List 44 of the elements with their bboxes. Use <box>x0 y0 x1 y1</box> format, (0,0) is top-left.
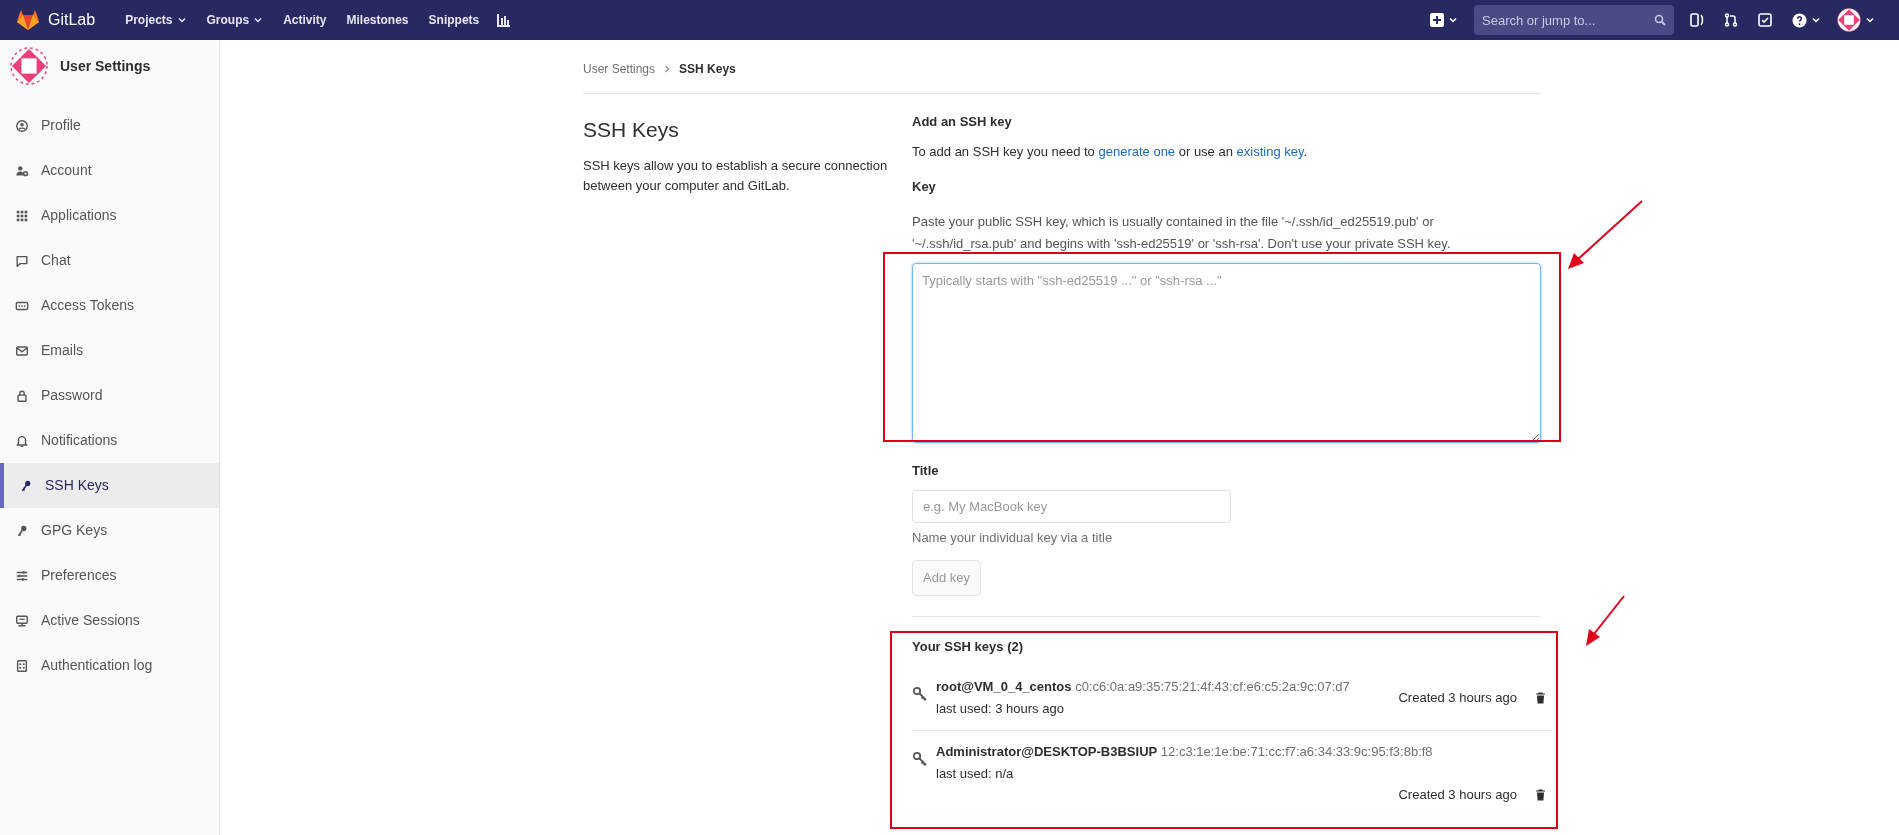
key-title: Administrator@DESKTOP-B3BSIUP <box>936 744 1158 759</box>
page-heading: SSH Keys <box>583 117 680 143</box>
title-input[interactable]: e.g. My MacBook key <box>912 490 1231 523</box>
sidebar-item[interactable]: Chat <box>0 238 219 283</box>
sidebar-item[interactable]: Emails <box>0 328 219 373</box>
key-fingerprint: c0:c6:0a:a9:35:75:21:4f:43:cf:e6:c5:2a:9c:07:d7 <box>1075 679 1350 694</box>
created-text: Created 3 hours ago <box>1398 689 1517 708</box>
sidebar-item[interactable]: GPG Keys <box>0 508 219 553</box>
sidebar-item[interactable]: Account <box>0 148 219 193</box>
search-field[interactable]: Search or jump to... <box>1474 5 1674 35</box>
key-help-text: Paste your public SSH key, which is usually contained in the file '~/.ssh/id_ed25519.pub' or '~/.ssh/id_rsa.pub' and begins with 'ssh-ed25519' or 'ssh-rsa'. Don't use your private SSH key. <box>912 212 1452 253</box>
gitlab-logo-link[interactable]: GitLab <box>16 8 96 32</box>
sidebar-item[interactable]: Applications <box>0 193 219 238</box>
key-textarea[interactable]: Typically starts with "ssh-ed25519 ..." or "ssh-rsa ..." <box>912 262 1541 443</box>
sidebar-item[interactable]: Active Sessions <box>0 598 219 643</box>
nav-link[interactable]: Projects <box>125 11 187 29</box>
last-used-text: last used: 3 hours ago <box>936 700 1065 718</box>
sidebar-item[interactable]: Authentication log <box>0 643 219 688</box>
nav-link[interactable]: Milestones <box>346 11 409 29</box>
sidebar-item[interactable]: Profile <box>0 103 219 148</box>
breadcrumb-link[interactable]: SSH Keys <box>679 59 736 78</box>
nav-link[interactable]: Snippets <box>428 11 480 29</box>
sidebar-item[interactable]: Access Tokens <box>0 283 219 328</box>
key-title: root@VM_0_4_centos <box>936 679 1072 694</box>
help-link[interactable]: generate one <box>1098 143 1176 159</box>
created-text: Created 3 hours ago <box>1398 786 1517 805</box>
help-text: To add an SSH key you need to generate one or use an existing key. <box>912 142 1309 161</box>
nav-link[interactable]: Activity <box>283 11 327 29</box>
last-used-text: last used: n/a <box>936 765 1015 783</box>
sidebar-item[interactable]: Preferences <box>0 553 219 598</box>
keys-heading: Your SSH keys (2) <box>912 637 1025 656</box>
sidebar-title: User Settings <box>60 56 151 76</box>
help-link[interactable]: existing key <box>1236 143 1304 159</box>
sidebar-item[interactable]: SSH Keys <box>0 463 219 508</box>
nav-link[interactable]: Groups <box>206 11 264 29</box>
page-description: SSH keys allow you to establish a secure connection between your computer and GitLab. <box>583 156 888 195</box>
key-fingerprint: 12:c3:1e:1e:be:71:cc:f7:a6:34:33:9c:95:f3:8b:f8 <box>1160 744 1433 759</box>
sidebar-item[interactable]: Password <box>0 373 219 418</box>
title-label: Title <box>912 461 940 480</box>
title-help-text: Name your individual key via a title <box>912 529 1114 547</box>
breadcrumb-link[interactable]: User Settings <box>583 59 656 78</box>
form-heading: Add an SSH key <box>912 113 1013 131</box>
key-label: Key <box>912 178 937 196</box>
sidebar-item[interactable]: Notifications <box>0 418 219 463</box>
